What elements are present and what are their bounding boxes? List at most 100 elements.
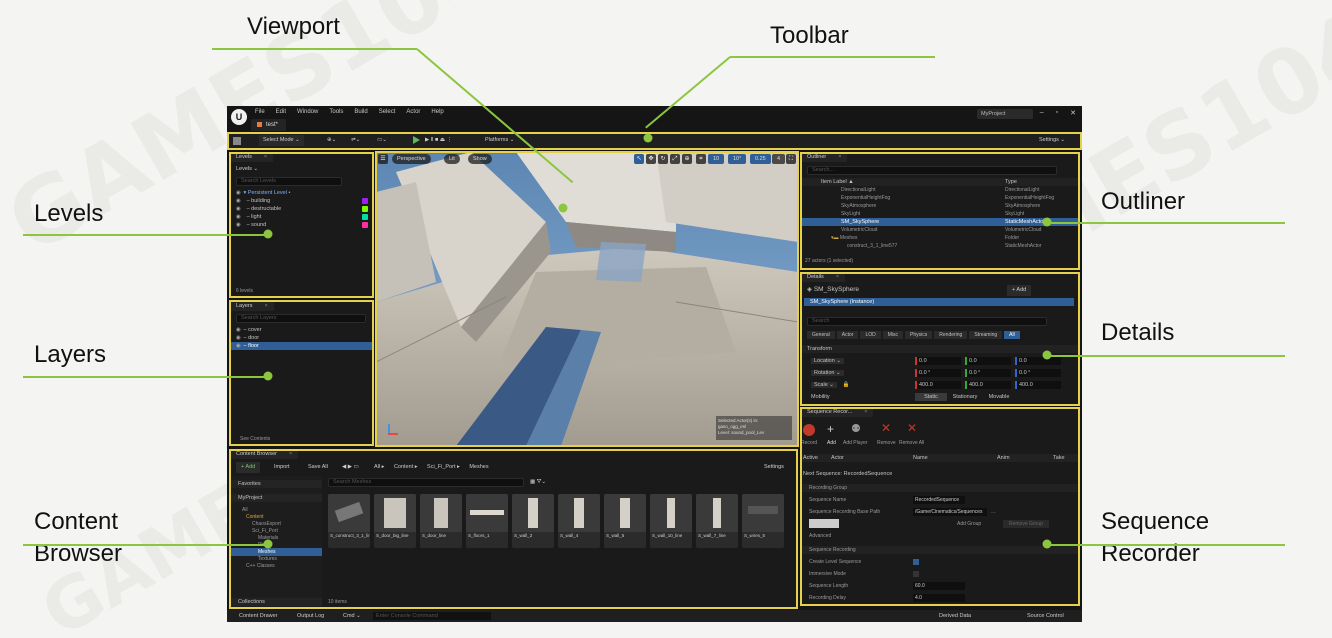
level-row[interactable]: ◉ ▾ Persistent Level • — [230, 189, 372, 197]
outliner-row[interactable]: ExponentialHeightFog ExponentialHeightFog — [801, 194, 1079, 202]
filter-general[interactable]: General — [807, 331, 835, 339]
blueprint-icon[interactable]: ⇌⌄ — [351, 135, 360, 146]
console-input[interactable]: Enter Console Command — [373, 612, 491, 620]
eye-icon[interactable]: ◉ — [236, 326, 242, 334]
asset-tile[interactable]: S_door_line — [420, 494, 462, 548]
asset-tile[interactable]: S_floors_1 — [466, 494, 508, 548]
immersive-checkbox[interactable] — [913, 571, 919, 577]
location-y-field[interactable]: 0.0 — [965, 357, 1011, 365]
asset-tile[interactable]: S_wall_7_line — [696, 494, 738, 548]
breadcrumb-scifi[interactable]: Sci_Fi_Port — [427, 464, 455, 470]
tab-layers[interactable]: Layers × — [230, 302, 274, 311]
save-all-button[interactable]: Save All — [308, 462, 328, 473]
sequence-recording-section[interactable]: Sequence Recording — [801, 546, 1079, 554]
asset-tile[interactable]: S_wall_4 — [558, 494, 600, 548]
outliner-row[interactable]: DirectionalLight DirectionalLight — [801, 186, 1079, 194]
add-group-button[interactable]: Add Group — [957, 520, 981, 528]
menu-file[interactable]: File — [255, 109, 265, 115]
maximize-viewport-icon[interactable]: ⛶ — [786, 154, 796, 164]
filter-lod[interactable]: LOD — [860, 331, 881, 339]
remove-group-button[interactable]: Remove Group — [1003, 520, 1049, 528]
nav-arrows[interactable]: ◀ ▶ ▭ — [342, 462, 359, 473]
tab-content-browser[interactable]: Content Browser × — [230, 450, 299, 459]
level-row[interactable]: ◉ – destructable — [230, 205, 372, 213]
eye-icon[interactable]: ◉ — [236, 197, 242, 205]
scale-tool-icon[interactable]: ⤢ — [670, 154, 680, 164]
breadcrumb-meshes[interactable]: Meshes — [469, 464, 488, 470]
menu-tools[interactable]: Tools — [329, 109, 343, 115]
rotation-snap-value[interactable]: 10° — [728, 154, 747, 164]
settings-dropdown[interactable]: Settings ⌄ — [1039, 135, 1065, 146]
remove-all-icon[interactable]: ✕ — [907, 421, 917, 435]
tab-levels[interactable]: Levels × — [230, 153, 274, 162]
favorites-section[interactable]: Favorites — [230, 480, 322, 488]
rotation-label[interactable]: Rotation ⌄ — [811, 370, 844, 376]
remove-button[interactable]: Remove — [877, 439, 896, 447]
menu-edit[interactable]: Edit — [276, 109, 286, 115]
rotation-z-field[interactable]: 0.0 ° — [1015, 369, 1061, 377]
save-icon[interactable] — [233, 137, 241, 145]
document-tab[interactable]: test* — [251, 119, 287, 131]
layer-row[interactable]: ◉ – door — [230, 334, 372, 342]
perspective-button[interactable]: Perspective — [392, 154, 431, 164]
filter-misc[interactable]: Misc — [882, 331, 904, 339]
tree-item[interactable]: C++ Classes — [230, 562, 322, 570]
seq-length-field[interactable]: 60.0 — [913, 582, 965, 590]
asset-tile[interactable]: S_construct_3_1_line — [328, 494, 370, 548]
unreal-logo-icon[interactable]: U — [231, 109, 247, 125]
eye-icon[interactable]: ◉ — [236, 213, 242, 221]
remove-all-button[interactable]: Remove All — [899, 439, 924, 447]
browse-button[interactable]: … — [991, 508, 996, 516]
transform-section[interactable]: Transform — [801, 345, 1079, 353]
cinematics-icon[interactable]: ▭⌄ — [377, 135, 387, 146]
derived-data-button[interactable]: Derived Data — [939, 610, 971, 622]
collections-section[interactable]: Collections — [230, 598, 322, 606]
show-button[interactable]: Show — [468, 154, 492, 164]
grid-snap-value[interactable]: 10 — [708, 154, 725, 164]
mobility-stationary[interactable]: Stationary — [947, 393, 983, 401]
details-search-input[interactable]: Search — [807, 317, 1047, 326]
layer-row[interactable]: ◉ – floor — [230, 342, 372, 350]
levels-dropdown[interactable]: Levels ⌄ — [236, 164, 258, 175]
move-tool-icon[interactable]: ✥ — [646, 154, 656, 164]
menu-actor[interactable]: Actor — [406, 109, 420, 115]
lit-button[interactable]: Lit — [444, 154, 460, 164]
filter-streaming[interactable]: Streaming — [969, 331, 1003, 339]
add-player-icon[interactable]: ⚉ — [851, 422, 861, 435]
asset-tile[interactable]: S_wall_2 — [512, 494, 554, 548]
scale-label[interactable]: Scale ⌄ — [811, 382, 837, 388]
add-button[interactable]: Add — [827, 439, 836, 447]
cmd-dropdown[interactable]: Cmd ⌄ — [343, 610, 361, 622]
rotation-y-field[interactable]: 0.0 ° — [965, 369, 1011, 377]
level-viewport[interactable]: ☰ Perspective Lit Show ↖ ✥ ↻ ⤢ ⊕ ⌗ 10 10… — [376, 152, 798, 446]
asset-tile[interactable]: S_wall_10_line — [650, 494, 692, 548]
outliner-search-input[interactable]: Search... — [807, 166, 1057, 175]
level-row[interactable]: ◉ – light — [230, 213, 372, 221]
scale-x-field[interactable]: 400.0 — [915, 381, 961, 389]
scale-snap-value[interactable]: 0.25 — [750, 154, 771, 164]
level-row[interactable]: ◉ – building — [230, 197, 372, 205]
levels-search-input[interactable]: Search Levels — [236, 177, 342, 186]
scale-y-field[interactable]: 400.0 — [965, 381, 1011, 389]
mobility-movable[interactable]: Movable — [983, 393, 1015, 401]
close-icon[interactable]: × — [289, 451, 292, 457]
outliner-row[interactable]: VolumetricCloud VolumetricCloud — [801, 226, 1079, 234]
camera-speed[interactable]: 4 — [772, 154, 786, 164]
location-x-field[interactable]: 0.0 — [915, 357, 961, 365]
outliner-row[interactable]: SkyAtmosphere SkyAtmosphere — [801, 202, 1079, 210]
level-color-swatch[interactable] — [362, 198, 368, 204]
play-controls[interactable]: ▶ Ⅱ ■ ⏏ ⋮ — [425, 135, 452, 146]
level-color-swatch[interactable] — [362, 214, 368, 220]
close-icon[interactable]: × — [864, 409, 867, 415]
close-icon[interactable]: × — [264, 154, 267, 160]
filter-icon[interactable]: ▦ ⛛⌄ — [530, 477, 546, 488]
add-player-button[interactable]: Add Player — [843, 439, 867, 447]
location-z-field[interactable]: 0.0 — [1015, 357, 1061, 365]
asset-tile[interactable]: S_wall_5 — [604, 494, 646, 548]
minimize-button[interactable]: – — [1040, 109, 1044, 117]
filter-rendering[interactable]: Rendering — [934, 331, 968, 339]
content-drawer-button[interactable]: Content Drawer — [239, 610, 278, 622]
instance-row[interactable]: SM_SkySphere (Instance) — [804, 298, 1074, 306]
tab-outliner[interactable]: Outliner × — [801, 153, 848, 162]
play-icon[interactable] — [413, 136, 420, 144]
